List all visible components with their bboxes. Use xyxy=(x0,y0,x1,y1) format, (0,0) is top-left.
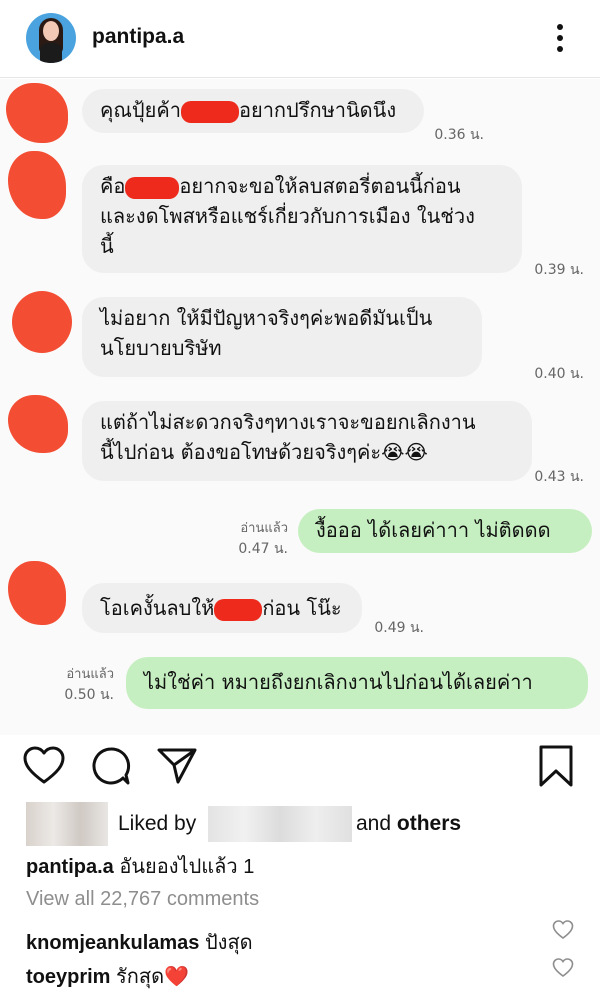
avatar-body xyxy=(40,43,62,63)
redacted-avatar xyxy=(8,395,68,453)
message-time: 0.49 น. xyxy=(374,620,424,636)
chat-screenshot: คุณปุ้ยค้า อยากปรึกษานิดนึง 0.36 น. คือ อย… xyxy=(0,79,600,735)
message-text: งื้อออ ได้เลยค่าาา ไม่ติดดด xyxy=(316,518,551,542)
message-text: โอเคงั้นลบให้ xyxy=(100,596,215,620)
redacted-avatar xyxy=(6,83,68,143)
incoming-message: โอเคงั้นลบให้ ก่อน โน๊ะ xyxy=(82,583,362,633)
message-text: ไม่อยาก ให้มีปัญหาจริงๆค่ะพอดีมันเป็น xyxy=(100,306,433,330)
message-text: และงดโพสหรือแชร์เกี่ยวกับการเมือง ในช่วง xyxy=(100,204,475,228)
message-time: 0.43 น. xyxy=(534,469,584,485)
and-label: and xyxy=(356,812,392,835)
incoming-message: ไม่อยาก ให้มีปัญหาจริงๆค่ะพอดีมันเป็น นโ… xyxy=(82,297,482,377)
message-time: 0.50 น. xyxy=(64,687,114,703)
comment-username[interactable]: toeyprim xyxy=(26,966,110,988)
and-others-label[interactable]: and others xyxy=(356,812,461,836)
liker-avatar-blurred xyxy=(26,802,108,846)
message-time: 0.39 น. xyxy=(534,262,584,278)
post-actions xyxy=(0,742,600,788)
incoming-message: คุณปุ้ยค้า อยากปรึกษานิดนึง xyxy=(82,89,424,133)
redaction-mark xyxy=(125,176,180,199)
message-text: นี้ไปก่อน ต้องขอโทษด้วยจริงๆค่ะ😭😭 xyxy=(100,440,428,464)
message-time: 0.47 น. xyxy=(238,541,288,557)
heart-icon[interactable] xyxy=(22,746,66,786)
comment: toeyprim รักสุด❤️ xyxy=(26,960,189,992)
redaction-mark xyxy=(214,598,263,621)
avatar-face xyxy=(43,21,59,41)
message-time: 0.36 น. xyxy=(434,127,484,143)
message-text: นโยบายบริษัท xyxy=(100,336,222,360)
username[interactable]: pantipa.a xyxy=(92,25,184,49)
share-icon[interactable] xyxy=(156,746,198,786)
liked-by-label: Liked by xyxy=(118,812,197,835)
comment-text: ปังสุด xyxy=(199,932,253,954)
caption-text: อันยองไปแล้ว 1 xyxy=(113,856,255,878)
message-text: อยากจะขอให้ลบสตอรี่ตอนนี้ก่อน xyxy=(179,174,461,198)
bookmark-icon[interactable] xyxy=(536,744,576,788)
comment-like-heart-icon[interactable] xyxy=(552,958,574,978)
redacted-avatar xyxy=(8,151,66,219)
outgoing-message: งื้อออ ได้เลยค่าาา ไม่ติดดด xyxy=(298,509,592,553)
redacted-avatar xyxy=(8,561,66,625)
comment-username[interactable]: knomjeankulamas xyxy=(26,932,199,954)
message-text: ไม่ใช่ค่า หมายถึงยกเลิกงานไปก่อนได้เลยค่… xyxy=(144,670,533,694)
view-all-comments-link[interactable]: View all 22,767 comments xyxy=(26,888,259,911)
read-label: อ่านแล้ว xyxy=(66,667,114,682)
redaction-mark xyxy=(180,100,239,123)
liker-names-blurred xyxy=(208,806,352,842)
read-label: อ่านแล้ว xyxy=(240,521,288,536)
message-text: คุณปุ้ยค้า xyxy=(100,98,181,122)
likes-row[interactable]: Liked by and others xyxy=(0,802,600,846)
redacted-avatar xyxy=(12,291,72,353)
post-header: pantipa.a xyxy=(0,0,600,78)
comment: knomjeankulamas ปังสุด xyxy=(26,926,253,958)
comment-icon[interactable] xyxy=(90,746,132,786)
others-label: others xyxy=(396,812,462,835)
message-text: ก่อน โน๊ะ xyxy=(262,596,342,620)
incoming-message: คือ อยากจะขอให้ลบสตอรี่ตอนนี้ก่อน และงดโพ… xyxy=(82,165,522,273)
outgoing-message: ไม่ใช่ค่า หมายถึงยกเลิกงานไปก่อนได้เลยค่… xyxy=(126,657,588,709)
post-caption: pantipa.a อันยองไปแล้ว 1 xyxy=(26,850,254,882)
read-receipt: อ่านแล้ว 0.50 น. xyxy=(32,665,114,705)
message-text: คือ xyxy=(100,174,126,198)
message-text: อยากปรึกษานิดนึง xyxy=(238,98,397,122)
message-text: แต่ถ้าไม่สะดวกจริงๆทางเราจะขอยกเลิกงาน xyxy=(100,410,476,434)
message-time: 0.40 น. xyxy=(534,366,584,382)
message-text: นี้ xyxy=(100,234,114,258)
incoming-message: แต่ถ้าไม่สะดวกจริงๆทางเราจะขอยกเลิกงาน น… xyxy=(82,401,532,481)
comment-like-heart-icon[interactable] xyxy=(552,920,574,940)
read-receipt: อ่านแล้ว 0.47 น. xyxy=(200,519,288,559)
avatar[interactable] xyxy=(26,13,76,63)
comment-text: รักสุด❤️ xyxy=(110,966,189,988)
caption-username[interactable]: pantipa.a xyxy=(26,856,114,878)
more-options-icon[interactable] xyxy=(550,22,570,54)
